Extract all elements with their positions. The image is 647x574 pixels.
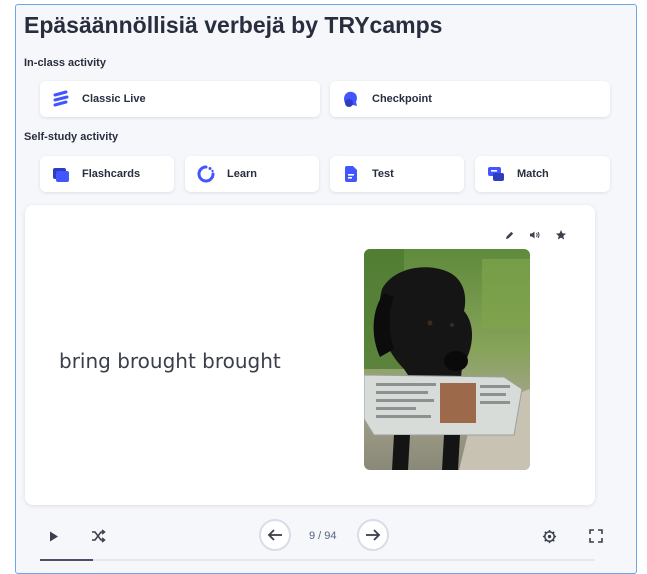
card-counter: 9 / 94 (309, 530, 337, 542)
dog-with-newspaper-photo (364, 249, 530, 470)
test-icon (342, 165, 360, 183)
classic-live-button[interactable]: Classic Live (40, 81, 320, 117)
card-tools (503, 229, 567, 241)
learn-button[interactable]: Learn (185, 156, 319, 192)
match-button[interactable]: Match (475, 156, 610, 192)
edit-icon[interactable] (503, 229, 515, 241)
shuffle-icon[interactable] (90, 528, 106, 544)
classic-live-label: Classic Live (82, 93, 146, 105)
match-icon (487, 165, 505, 183)
audio-icon[interactable] (529, 229, 541, 241)
fullscreen-icon[interactable] (588, 528, 604, 544)
match-label: Match (517, 168, 549, 180)
flashcard-term: bring brought brought (59, 349, 281, 373)
arrow-right-icon[interactable] (357, 519, 389, 551)
learn-icon (197, 165, 215, 183)
checkpoint-button[interactable]: Checkpoint (330, 81, 610, 117)
flashcards-button[interactable]: Flashcards (40, 156, 174, 192)
settings-icon[interactable] (541, 528, 557, 544)
page-title: Epäsäännöllisiä verbejä by TRYcamps (24, 12, 443, 38)
classic-live-icon (52, 90, 70, 108)
in-class-label: In-class activity (24, 57, 106, 69)
learn-label: Learn (227, 168, 257, 180)
self-study-label: Self-study activity (24, 131, 119, 143)
checkpoint-icon (342, 90, 360, 108)
checkpoint-label: Checkpoint (372, 93, 432, 105)
card-controls: 9 / 94 (0, 512, 647, 552)
test-label: Test (372, 168, 394, 180)
arrow-left-icon[interactable] (259, 519, 291, 551)
flashcard[interactable]: bring brought brought (25, 205, 595, 505)
flashcards-icon (52, 165, 70, 183)
play-icon[interactable] (47, 529, 61, 543)
progress-track (40, 559, 595, 561)
test-button[interactable]: Test (330, 156, 464, 192)
flashcards-label: Flashcards (82, 168, 141, 180)
progress-fill (40, 559, 93, 561)
star-icon[interactable] (555, 229, 567, 241)
